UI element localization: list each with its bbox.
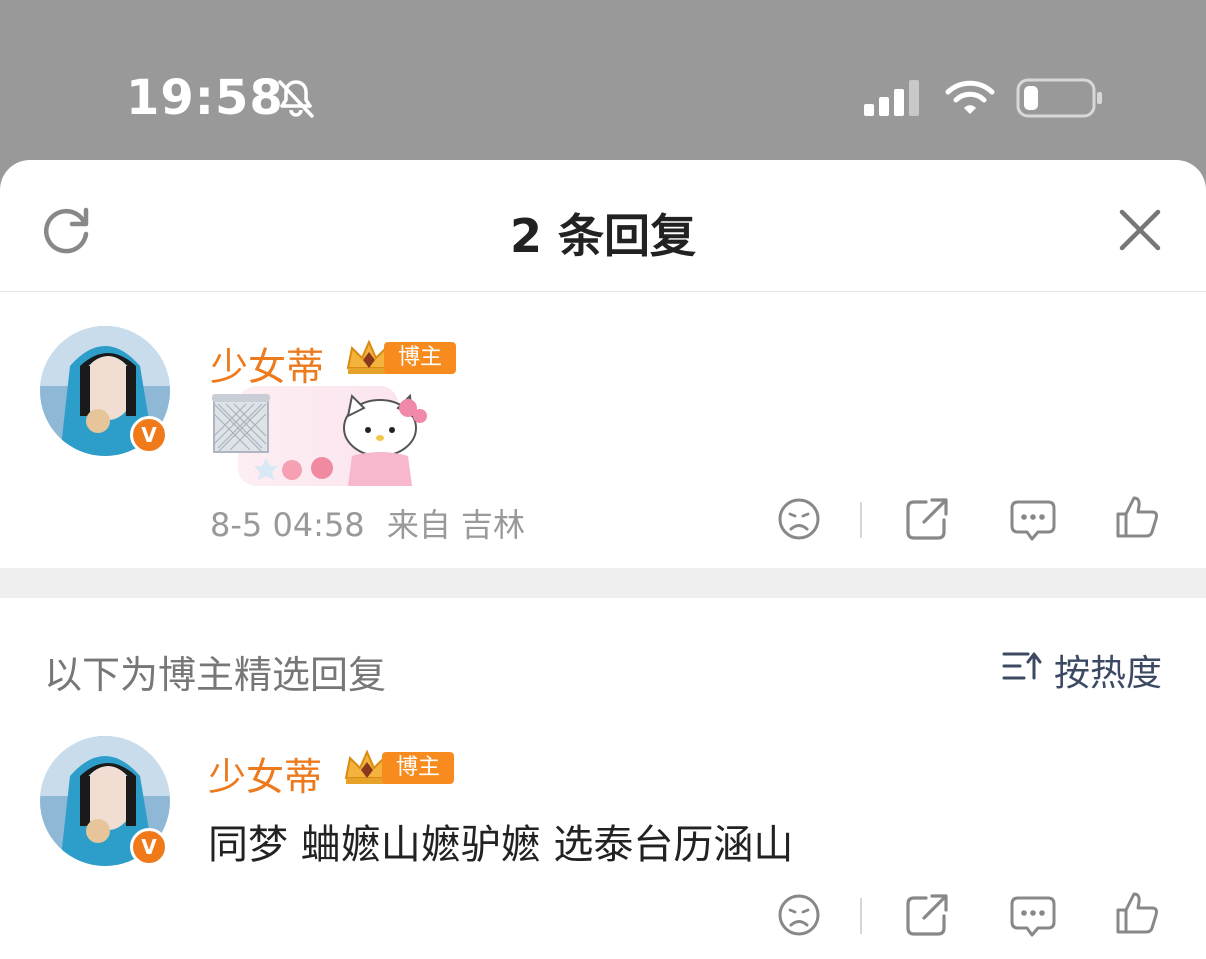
badge-label: 博主 [384,342,456,374]
sort-label: 按热度 [1054,653,1163,694]
hello-kitty-icon [343,393,427,486]
comment-meta: 8-5 04:58 来自 吉林 [210,500,525,546]
like-icon[interactable] [1114,890,1160,936]
action-divider [860,502,862,538]
like-icon[interactable] [1114,494,1160,540]
badge-label: 博主 [382,752,454,784]
location: 来自 吉林 [386,506,526,544]
trash-can-hello-kitty-sticker [212,386,427,486]
replies-sheet: 2 条回复 V 少女蒂 博主 8-5 04:58 来自 吉林 以下为博主精选回复… [0,160,1206,959]
blogger-badge[interactable]: 博主 [342,749,454,786]
status-time: 19:58 [126,70,284,126]
bell-slash-icon [278,80,314,118]
comment-icon[interactable] [1010,496,1056,542]
status-bar: 19:58 [0,0,1206,160]
blogger-badge[interactable]: 博主 [344,339,456,376]
username[interactable]: 少女蒂 [208,746,322,801]
sheet-header: 2 条回复 [0,160,1206,292]
share-icon[interactable] [904,496,950,542]
trash-can-icon [212,394,270,453]
timestamp: 8-5 04:58 [210,506,365,544]
username[interactable]: 少女蒂 [210,336,324,391]
verified-badge: V [130,416,168,454]
sort-by-hot-button[interactable]: 按热度 [1002,644,1172,694]
cellular-signal-icon [864,80,919,116]
verified-badge: V [130,828,168,866]
action-divider [860,898,862,934]
reply-text: 同梦 蛐嬷山嬷驴嬷 选泰台历涵山 [208,822,794,868]
share-icon[interactable] [904,892,950,938]
comment-icon[interactable] [1010,892,1056,938]
dislike-icon[interactable] [776,496,822,542]
battery-icon [1016,78,1102,118]
section-label: 以下为博主精选回复 [44,653,387,697]
wifi-icon [945,80,995,114]
close-icon[interactable] [1112,202,1168,258]
sort-icon [1002,652,1042,680]
section-separator [0,568,1206,598]
dislike-icon[interactable] [776,892,822,938]
sheet-title: 2 条回复 [509,209,697,263]
